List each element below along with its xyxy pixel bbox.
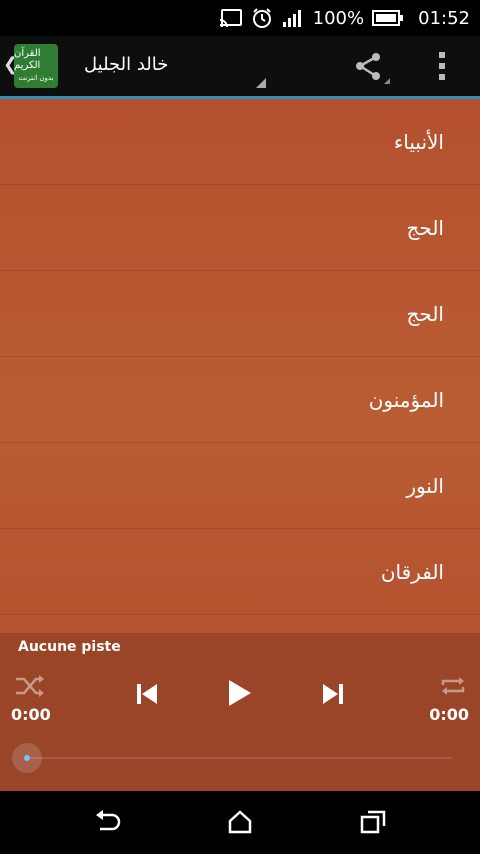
logo-title: القرآن الكريم [14, 48, 41, 71]
player-panel: Aucune piste 0:00 0:00 [0, 633, 480, 791]
list-item[interactable]: الأنبياء [0, 99, 480, 185]
action-bar: ❮ القرآن الكريم بدون انترنت خالد الجليل [0, 36, 480, 99]
list-item[interactable]: النور [0, 443, 480, 529]
cast-icon [219, 9, 242, 28]
elapsed-time: 0:00 [11, 705, 51, 724]
reciter-title[interactable]: خالد الجليل [84, 54, 168, 75]
share-icon[interactable] [350, 50, 394, 86]
list-item[interactable]: الفرقان [0, 529, 480, 615]
overflow-menu-icon[interactable] [436, 50, 448, 82]
list-item[interactable]: الحج [0, 185, 480, 271]
logo-subtitle: بدون انترنت [18, 74, 54, 82]
list-item-label: الحج [406, 301, 444, 326]
next-track-icon[interactable] [320, 681, 346, 707]
shuffle-icon[interactable] [14, 673, 46, 699]
previous-track-icon[interactable] [134, 681, 160, 707]
battery-icon [372, 10, 404, 26]
surah-list: الأنبياء الحج الحج المؤمنون النور الفرقا… [0, 99, 480, 633]
status-bar: 100% 01:52 [0, 0, 480, 36]
seek-thumb[interactable] [12, 743, 42, 773]
list-item[interactable]: الحج [0, 271, 480, 357]
track-title: Aucune piste [18, 639, 121, 655]
list-item-label: الحج [406, 215, 444, 240]
repeat-icon[interactable] [438, 673, 468, 699]
recent-apps-icon[interactable] [359, 809, 387, 835]
total-time: 0:00 [429, 705, 469, 724]
battery-percent: 100% [312, 7, 365, 29]
status-icons: 100% 01:52 [219, 0, 480, 36]
seek-bar[interactable] [28, 757, 452, 759]
clock: 01:52 [418, 7, 470, 29]
list-item-label: المؤمنون [368, 387, 444, 412]
list-item-label: الفرقان [380, 559, 444, 584]
home-icon[interactable] [226, 809, 254, 835]
play-icon[interactable] [224, 677, 254, 709]
list-item[interactable]: المؤمنون [0, 357, 480, 443]
list-item-label: الأنبياء [393, 129, 444, 154]
signal-icon [282, 10, 301, 27]
alarm-icon [252, 8, 271, 28]
dropdown-indicator-icon [256, 78, 266, 88]
list-item-label: النور [406, 473, 444, 498]
back-icon[interactable] [94, 809, 122, 835]
app-logo[interactable]: القرآن الكريم بدون انترنت [14, 44, 58, 88]
navigation-bar [0, 791, 480, 854]
